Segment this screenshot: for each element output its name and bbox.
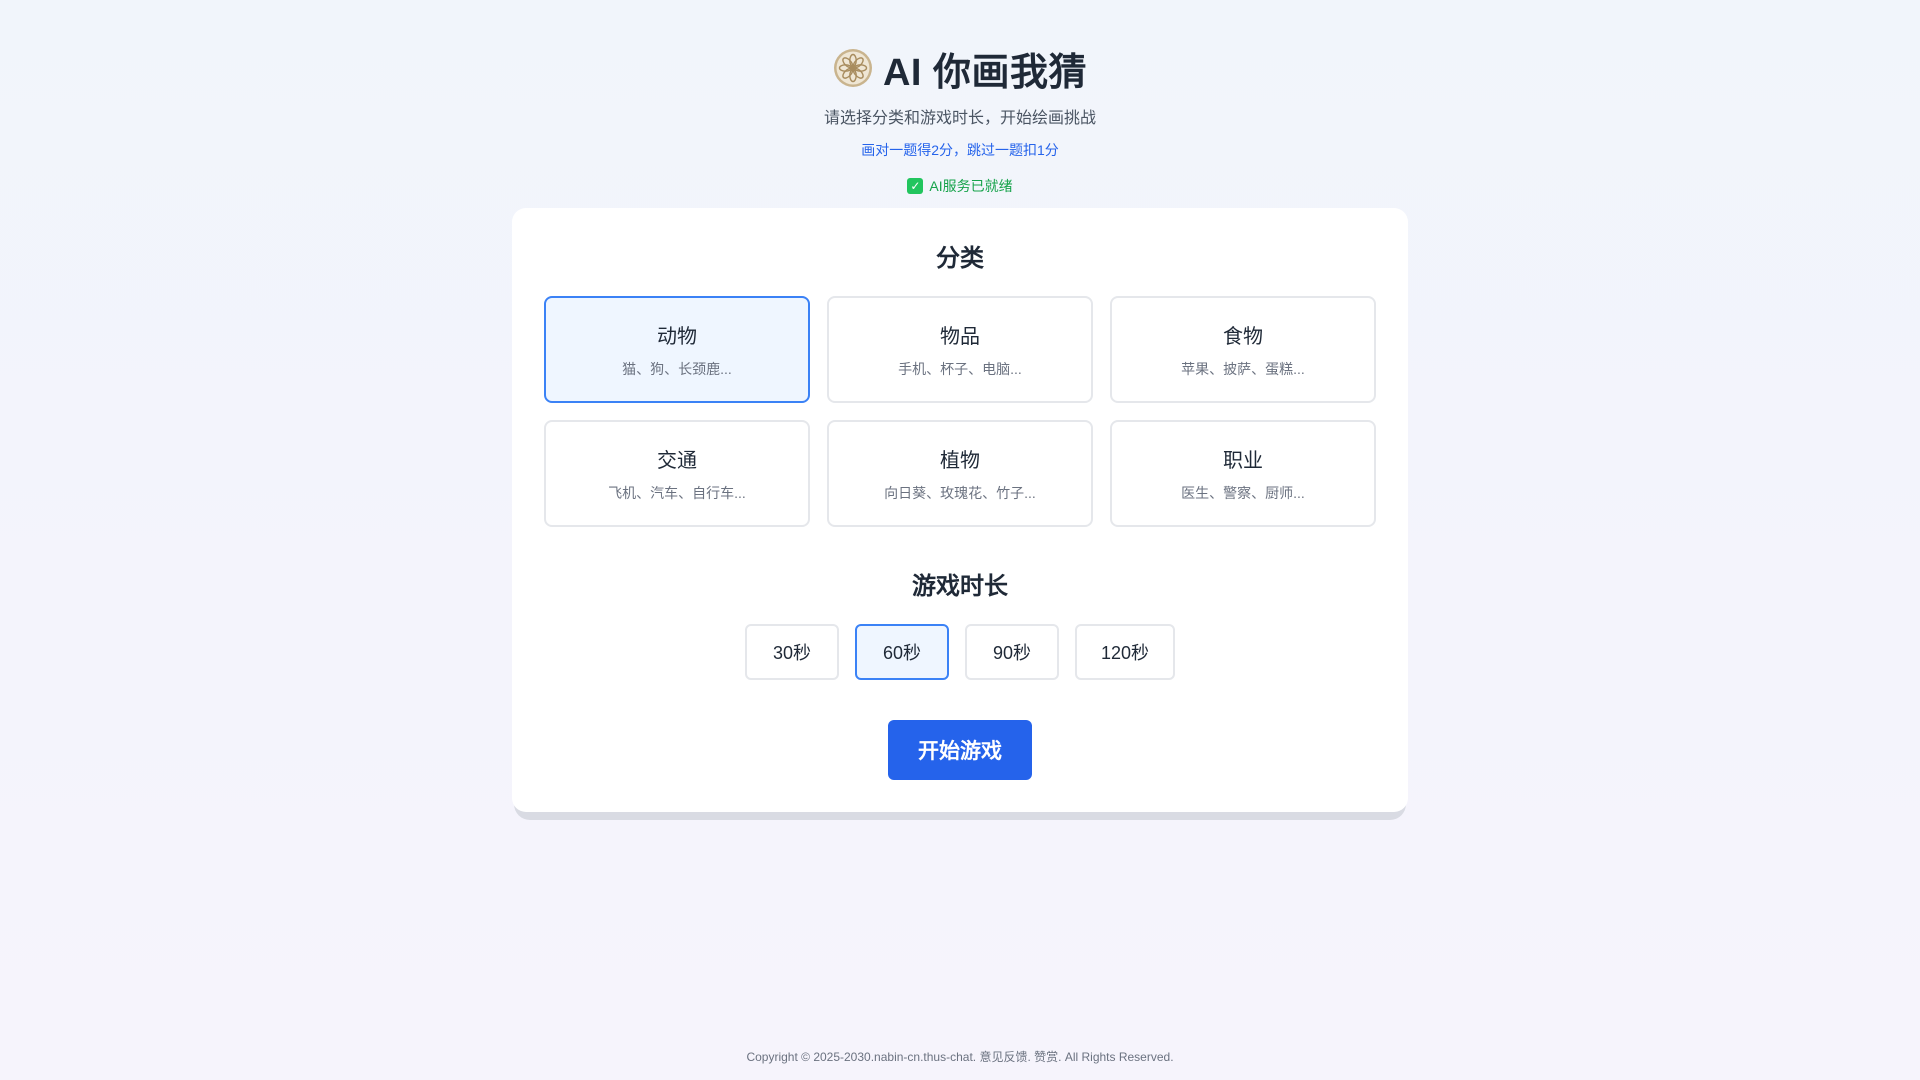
- footer: Copyright © 2025-2030.nabin-cn.thus-chat…: [0, 1048, 1920, 1065]
- title-row: AI 你画我猜: [0, 44, 1920, 94]
- feedback-link[interactable]: 意见反馈: [979, 1050, 1027, 1064]
- category-objects[interactable]: 物品 手机、杯子、电脑...: [827, 296, 1093, 403]
- category-examples: 医生、警察、厨师...: [1181, 485, 1305, 501]
- category-examples: 飞机、汽车、自行车...: [608, 485, 746, 501]
- duration-30s-button[interactable]: 30秒: [744, 624, 839, 680]
- category-name: 职业: [1223, 450, 1263, 472]
- duration-120s-button[interactable]: 120秒: [1074, 624, 1176, 680]
- category-grid: 动物 猫、狗、长颈鹿... 物品 手机、杯子、电脑... 食物 苹果、披萨、蛋糕…: [544, 296, 1376, 527]
- ai-status-text: AI服务已就绪: [929, 178, 1013, 194]
- category-name: 植物: [940, 450, 980, 472]
- category-transport[interactable]: 交通 飞机、汽车、自行车...: [544, 420, 810, 527]
- site-link[interactable]: nabin-cn.thus-chat: [874, 1050, 973, 1064]
- copyright-text: Copyright © 2025-2030.: [746, 1050, 875, 1064]
- duration-60s-button[interactable]: 60秒: [854, 624, 949, 680]
- page-subtitle: 请选择分类和游戏时长，开始绘画挑战: [823, 110, 1096, 127]
- start-game-button[interactable]: 开始游戏: [888, 720, 1032, 780]
- flower-emblem-icon: [833, 48, 873, 88]
- setup-card: 分类 动物 猫、狗、长颈鹿... 物品 手机、杯子、电脑... 食物 苹果、披萨…: [512, 208, 1408, 812]
- category-name: 食物: [1223, 326, 1263, 348]
- ai-status: ✓ AI服务已就绪: [0, 176, 1920, 196]
- scoring-rule: 画对一题得2分，跳过一题扣1分: [861, 142, 1059, 158]
- category-plants[interactable]: 植物 向日葵、玫瑰花、竹子...: [827, 420, 1093, 527]
- category-examples: 猫、狗、长颈鹿...: [622, 361, 732, 377]
- category-professions[interactable]: 职业 医生、警察、厨师...: [1110, 420, 1376, 527]
- page-header: AI 你画我猜 请选择分类和游戏时长，开始绘画挑战 画对一题得2分，跳过一题扣1…: [0, 44, 1920, 196]
- category-name: 物品: [940, 326, 980, 348]
- category-examples: 苹果、披萨、蛋糕...: [1181, 361, 1305, 377]
- category-food[interactable]: 食物 苹果、披萨、蛋糕...: [1110, 296, 1376, 403]
- duration-section-title: 游戏时长: [912, 573, 1008, 600]
- check-box-icon: ✓: [907, 178, 924, 194]
- page-title: AI 你画我猜: [882, 51, 1088, 94]
- duration-options: 30秒 60秒 90秒 120秒: [512, 624, 1408, 680]
- category-examples: 向日葵、玫瑰花、竹子...: [884, 485, 1036, 501]
- duration-90s-button[interactable]: 90秒: [964, 624, 1059, 680]
- category-examples: 手机、杯子、电脑...: [898, 361, 1022, 377]
- category-section-title: 分类: [936, 245, 984, 272]
- category-name: 交通: [657, 450, 697, 472]
- rights-text: . All Rights Reserved.: [1058, 1050, 1174, 1064]
- category-animals[interactable]: 动物 猫、狗、长颈鹿...: [544, 296, 810, 403]
- category-name: 动物: [657, 326, 697, 348]
- donate-link[interactable]: 赞赏: [1034, 1050, 1058, 1064]
